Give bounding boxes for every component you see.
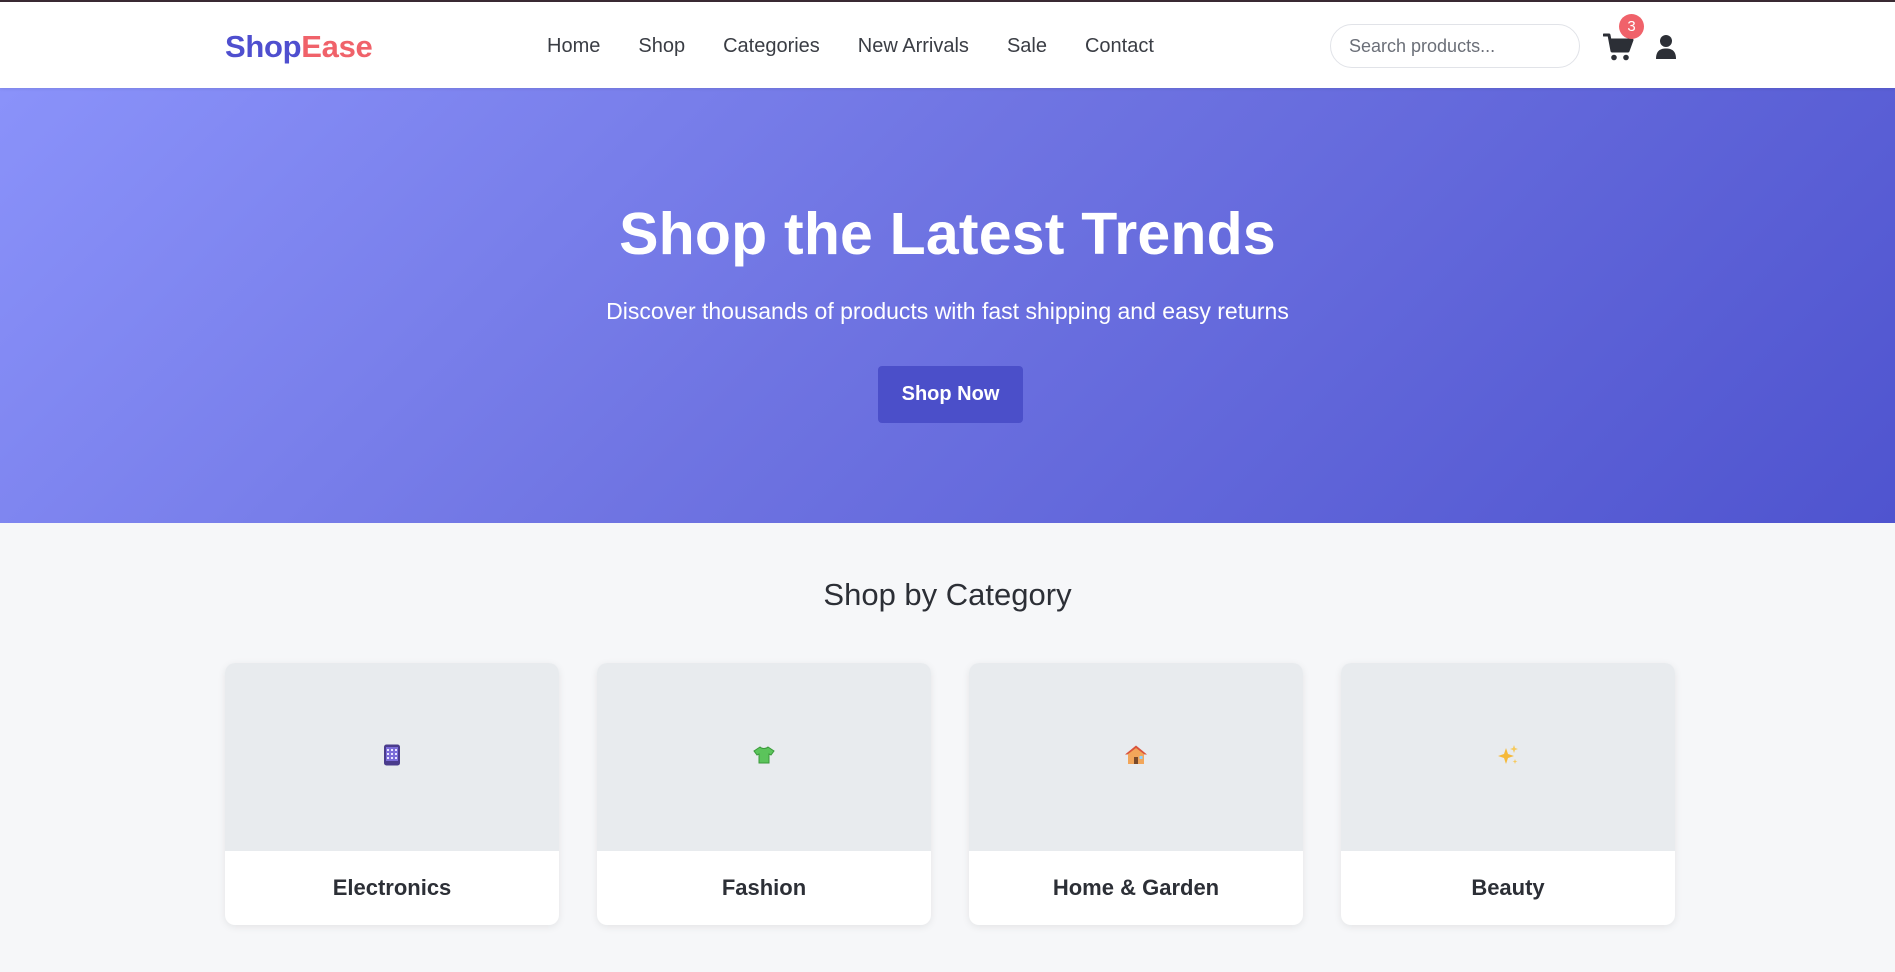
nav-new-arrivals[interactable]: New Arrivals [858,35,969,58]
logo-part-ease: Ease [301,29,373,64]
nav-contact[interactable]: Contact [1085,35,1154,58]
main-nav: Home Shop Categories New Arrivals Sale C… [547,35,1192,58]
category-name: Electronics [332,875,452,900]
phone-icon [383,744,401,771]
nav-shop[interactable]: Shop [638,35,685,58]
category-card-home-garden[interactable]: Home & Garden [969,663,1303,925]
hero-subtitle: Discover thousands of products with fast… [606,298,1289,324]
category-image [225,663,559,851]
category-name: Beauty [1471,875,1545,900]
site-header: ShopEase Home Shop Categories New Arriva… [0,2,1895,88]
category-image [969,663,1303,851]
shop-now-button[interactable]: Shop Now [878,366,1023,423]
hero-banner: Shop the Latest Trends Discover thousand… [0,88,1895,523]
logo[interactable]: ShopEase [225,29,373,65]
nav-categories[interactable]: Categories [723,35,820,58]
category-image [1341,663,1675,851]
sparkles-icon [1497,744,1519,771]
category-card-beauty[interactable]: Beauty [1341,663,1675,925]
nav-sale[interactable]: Sale [1007,35,1047,58]
cart-count-badge: 3 [1619,14,1644,39]
logo-part-shop: Shop [225,29,302,64]
category-heading: Shop by Category [823,577,1072,612]
category-name: Home & Garden [1052,875,1220,900]
hero-title: Shop the Latest Trends [619,201,1276,267]
nav-home[interactable]: Home [547,35,600,58]
house-icon [1125,745,1147,770]
shirt-icon [753,745,775,769]
search-input[interactable] [1330,24,1580,68]
category-name: Fashion [721,875,807,900]
category-card-fashion[interactable]: Fashion [597,663,931,925]
user-icon[interactable] [1655,34,1677,60]
category-section: Shop by Category Electronics Fashion Hom… [0,523,1895,970]
category-card-electronics[interactable]: Electronics [225,663,559,925]
category-image [597,663,931,851]
